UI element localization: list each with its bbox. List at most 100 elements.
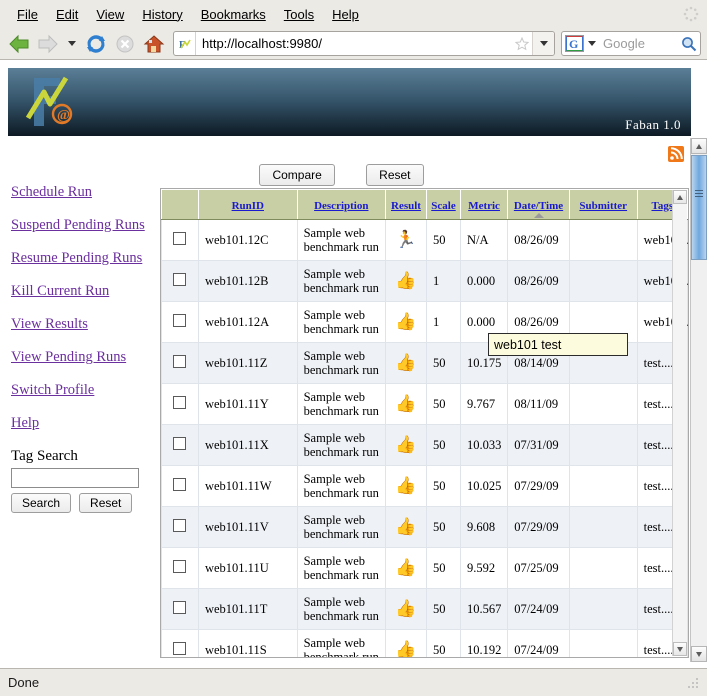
thumbs-up-icon: 👍: [395, 312, 417, 331]
row-checkbox[interactable]: [173, 436, 187, 450]
home-button[interactable]: [141, 31, 167, 57]
table-row[interactable]: web101.12C Sample web benchmark run 🏃 50 N/A…: [161, 219, 688, 261]
row-checkbox[interactable]: [173, 231, 187, 245]
tag-reset-button[interactable]: Reset: [79, 493, 133, 513]
sidebar-item-kill-current-run[interactable]: Kill Current Run: [11, 283, 161, 300]
table-row[interactable]: web101.11T Sample web benchmark run 👍 50 10.…: [161, 588, 688, 630]
cell-runid: web101.11W: [197, 465, 298, 507]
rss-feed-icon[interactable]: [668, 146, 684, 162]
row-select-cell[interactable]: [161, 506, 199, 548]
table-row[interactable]: web101.11Y Sample web benchmark run 👍 50 9.7…: [161, 383, 688, 425]
reset-button[interactable]: Reset: [366, 164, 424, 186]
column-result-link[interactable]: Result: [391, 200, 421, 212]
column-description-link[interactable]: Description: [314, 200, 368, 212]
row-checkbox[interactable]: [173, 354, 187, 368]
column-metric-link[interactable]: Metric: [468, 200, 500, 212]
row-select-cell[interactable]: [161, 588, 199, 630]
page-scrollbar[interactable]: [690, 138, 707, 662]
column-metric[interactable]: Metric: [459, 189, 509, 220]
row-checkbox[interactable]: [173, 395, 187, 409]
row-select-cell[interactable]: [161, 219, 199, 261]
row-checkbox[interactable]: [173, 518, 187, 532]
menu-help[interactable]: Help: [323, 5, 368, 24]
table-row[interactable]: web101.11U Sample web benchmark run 👍 50 9.5…: [161, 547, 688, 589]
url-text[interactable]: http://localhost:9980/: [196, 36, 512, 51]
page-scroll-thumb[interactable]: [691, 155, 707, 260]
column-scale-link[interactable]: Scale: [431, 200, 455, 212]
search-bar[interactable]: G Google: [561, 31, 701, 56]
cell-metric: 10.192: [459, 629, 509, 657]
column-submitter[interactable]: Submitter: [568, 189, 638, 220]
column-datetime-link[interactable]: Date/Time: [514, 200, 563, 212]
table-scrollbar[interactable]: [672, 190, 687, 656]
column-runid[interactable]: RunID: [197, 189, 298, 220]
menu-file-label: File: [17, 6, 38, 22]
reload-button[interactable]: [83, 31, 109, 57]
menu-tools[interactable]: Tools: [275, 5, 323, 24]
url-dropdown-button[interactable]: [532, 32, 554, 55]
column-description[interactable]: Description: [296, 189, 386, 220]
product-version: Faban 1.0: [625, 117, 681, 132]
row-select-cell[interactable]: [161, 383, 199, 425]
table-scroll-down-button[interactable]: [673, 642, 687, 656]
table-scroll-up-button[interactable]: [673, 190, 687, 204]
row-select-cell[interactable]: [161, 465, 199, 507]
page-scroll-down-button[interactable]: [691, 646, 707, 662]
row-checkbox[interactable]: [173, 641, 187, 655]
sidebar-item-help[interactable]: Help: [11, 415, 161, 432]
sidebar-item-switch-profile[interactable]: Switch Profile: [11, 382, 161, 399]
row-checkbox[interactable]: [173, 272, 187, 286]
cell-result: 👍: [384, 424, 428, 466]
tag-search-button[interactable]: Search: [11, 493, 72, 513]
resize-grip-icon[interactable]: [687, 677, 699, 689]
sidebar-item-resume-pending-runs[interactable]: Resume Pending Runs: [11, 250, 161, 267]
url-bar[interactable]: F http://localhost:9980/: [173, 31, 555, 56]
row-select-cell[interactable]: [161, 424, 199, 466]
column-scale[interactable]: Scale: [426, 189, 461, 220]
cell-metric: 9.608: [459, 506, 509, 548]
row-select-cell[interactable]: [161, 629, 199, 657]
column-runid-link[interactable]: RunID: [232, 200, 264, 212]
thumbs-up-icon: 👍: [395, 394, 417, 413]
cell-description: Sample web benchmark run: [296, 301, 386, 343]
row-checkbox[interactable]: [173, 313, 187, 327]
compare-button[interactable]: Compare: [259, 164, 335, 186]
table-row[interactable]: web101.12B Sample web benchmark run 👍 1 0.00…: [161, 260, 688, 302]
cell-runid: web101.11V: [197, 506, 298, 548]
table-row[interactable]: web101.11W Sample web benchmark run 👍 50 10.…: [161, 465, 688, 507]
column-result[interactable]: Result: [384, 189, 428, 220]
column-submitter-link[interactable]: Submitter: [579, 200, 627, 212]
tag-search-input[interactable]: [11, 468, 139, 488]
thumbs-up-icon: 👍: [395, 558, 417, 577]
row-checkbox[interactable]: [173, 477, 187, 491]
row-select-cell[interactable]: [161, 342, 199, 384]
sidebar-item-view-results[interactable]: View Results: [11, 316, 161, 333]
back-button[interactable]: [6, 31, 32, 57]
bookmark-star-icon[interactable]: [512, 36, 532, 51]
sidebar-item-suspend-pending-runs[interactable]: Suspend Pending Runs: [11, 217, 161, 234]
menu-view[interactable]: View: [87, 5, 133, 24]
search-engine-dropdown[interactable]: [584, 41, 600, 46]
cell-submitter: [568, 424, 638, 466]
row-select-cell[interactable]: [161, 547, 199, 589]
page-scroll-up-button[interactable]: [691, 138, 707, 154]
google-icon[interactable]: G: [565, 35, 584, 52]
row-checkbox[interactable]: [173, 559, 187, 573]
menu-bookmarks[interactable]: Bookmarks: [192, 5, 275, 24]
history-dropdown-button[interactable]: [64, 31, 80, 57]
table-row[interactable]: web101.11S Sample web benchmark run 👍 50 10.…: [161, 629, 688, 657]
table-row[interactable]: web101.11V Sample web benchmark run 👍 50 9.6…: [161, 506, 688, 548]
column-datetime[interactable]: Date/Time: [507, 189, 570, 220]
table-row[interactable]: web101.11X Sample web benchmark run 👍 50 10.…: [161, 424, 688, 466]
row-select-cell[interactable]: [161, 301, 199, 343]
search-input[interactable]: Google: [600, 36, 678, 51]
search-icon[interactable]: [678, 36, 700, 52]
sidebar-item-view-pending-runs[interactable]: View Pending Runs: [11, 349, 161, 366]
row-checkbox[interactable]: [173, 600, 187, 614]
column-tags-link[interactable]: Tags: [652, 200, 674, 212]
sidebar-item-schedule-run[interactable]: Schedule Run: [11, 184, 161, 201]
menu-history[interactable]: History: [133, 5, 191, 24]
row-select-cell[interactable]: [161, 260, 199, 302]
menu-edit[interactable]: Edit: [47, 5, 87, 24]
menu-file[interactable]: File: [8, 5, 47, 24]
